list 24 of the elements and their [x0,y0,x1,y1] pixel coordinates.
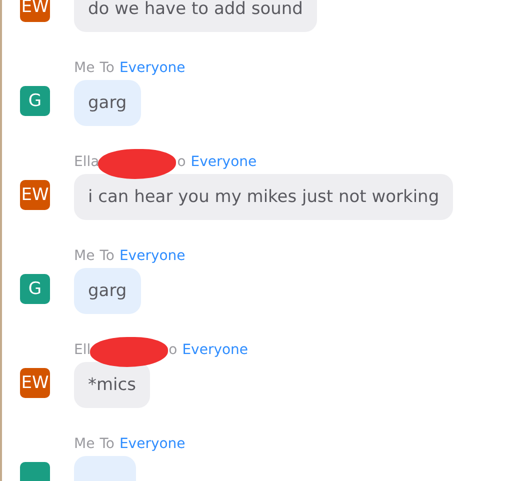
to-label: To [100,436,114,452]
avatar-initials: EW [20,368,50,398]
recipient-link[interactable]: Everyone [119,248,186,264]
message-bubble: i can hear you my mikes just not working [74,174,454,220]
to-label: o [168,342,178,358]
sender-name: Me [74,248,95,264]
message-bubble: garg [74,80,141,126]
sender-name: Me [74,60,95,76]
to-label: To [100,248,114,264]
recipient-link[interactable]: Everyone [182,342,248,358]
avatar-initials: G [20,274,50,304]
sender-name: Ell [74,342,91,358]
avatar-initials: G [20,86,50,116]
recipient-link[interactable]: Everyone [119,60,186,76]
recipient-link[interactable]: Everyone [119,436,186,452]
message-bubble: *mics [74,362,150,408]
message-bubble: garg [74,268,141,314]
sender-name: Me [74,436,95,452]
to-label: o [177,154,186,170]
recipient-link[interactable]: Everyone [190,154,257,170]
to-label: To [100,60,114,76]
avatar-initials: EW [20,180,50,210]
message-bubble: do we have to add sound [74,0,317,32]
sender-name: Ella [74,154,100,170]
